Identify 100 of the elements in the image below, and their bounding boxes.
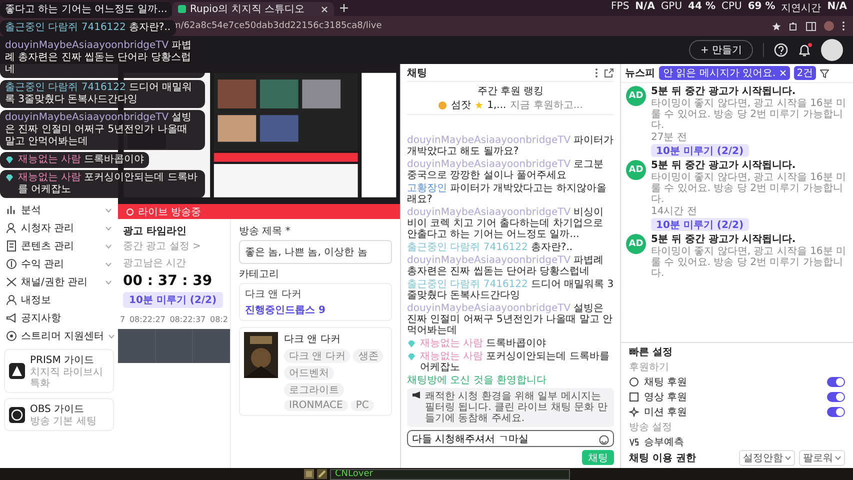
chat-message: douyinMaybeAsiaayoonbridgeTV 설빙은 진짜 인절미 어쩌구 5년전인가 나올때 말고 안먹어봐는데 xyxy=(5,112,193,148)
create-button[interactable]: + 만들기 xyxy=(689,40,753,60)
section-label: 후원하기 xyxy=(629,361,670,374)
browser-tab[interactable]: Rupio의 치지직 스튜디오 xyxy=(172,2,334,16)
sidebar-item[interactable]: 분석 xyxy=(4,202,114,218)
feed-text: 타이밍이 좋지 않다면, 광고 시작을 16분 미룰 수 있어요. 방송 당 2번 미루기 가능합니다. xyxy=(651,172,847,205)
url-text[interactable]: m/62a8c54e7ce50dab3dd22156c3185ca8/live xyxy=(172,21,764,31)
avatar-badge: AD xyxy=(626,86,646,106)
chat-message: douyinMaybeAsiaayoonbridgeTV 파볍례 총자련은 진짜 씹돋는 단어라 당황스럽네 xyxy=(407,255,605,277)
menu-item-icon xyxy=(6,258,17,270)
delay-button[interactable]: 10분 미루기 (2/2) xyxy=(123,292,223,308)
stat-value: N/A xyxy=(827,1,847,14)
setting-label: 채팅 후원 xyxy=(644,376,688,389)
count-button[interactable]: 2건 xyxy=(794,66,816,80)
stat-label: GPU xyxy=(660,1,682,14)
plus-icon[interactable] xyxy=(340,4,348,12)
sidebar-item[interactable]: 콘텐츠 관리 xyxy=(4,238,114,254)
chat-message: 재능없는 사람 포커싱이안되는데 드록바를 어케잡노 xyxy=(420,351,610,373)
sidebar-item[interactable]: 공지사항 xyxy=(4,310,114,326)
donate-prompt[interactable]: 지금 후원하고... xyxy=(510,98,583,112)
tag: 생존 xyxy=(353,349,384,363)
stat-value: 44 % xyxy=(688,1,716,14)
menu-item-icon xyxy=(6,204,17,216)
stat-value: 69 % xyxy=(748,1,776,14)
setting-label: 채팅 이용 권한 xyxy=(629,452,697,465)
panel-title: 채팅 xyxy=(407,66,428,80)
chat-message: 출근중인 다람쥐 7416122 총자란?.. xyxy=(5,22,171,34)
filter-icon[interactable] xyxy=(820,68,830,78)
sidebar-item[interactable]: 채널/권한 관리 xyxy=(4,274,114,290)
tick-label: 08:2 xyxy=(210,315,228,324)
chat-message: douyinMaybeAsiaayoonbridgeTV 로그분 중국으로 깡깡한 설이나 풀어주세요 xyxy=(407,159,605,181)
app-icon xyxy=(178,5,186,13)
profile-icon[interactable] xyxy=(824,21,834,31)
title-field[interactable]: 좋은 놈, 나쁜 놈, 이상한 놈 xyxy=(239,240,392,264)
star-icon[interactable] xyxy=(772,22,781,30)
dropdown[interactable]: 설정안함 xyxy=(739,450,795,466)
ranking-title: 주간 후원 랭킹 xyxy=(477,85,544,98)
timestamp: 14시간 전 xyxy=(651,206,697,217)
countdown-time: 00 : 37 : 39 xyxy=(122,273,214,289)
toggle-switch[interactable] xyxy=(827,377,845,387)
tick-label: 7 xyxy=(120,315,126,324)
feed-text: 타이밍이 좋지 않다면, 광고 시작을 16분 미룰 수 있어요. 방송 당 2번 미루기 가능합니다. xyxy=(651,246,847,279)
tag: PC xyxy=(350,400,374,411)
chevron-icon xyxy=(835,456,841,460)
guide-card[interactable]: PRISM 가이드 치지직 라이브시 특화 xyxy=(4,349,114,393)
more-icon[interactable] xyxy=(842,21,845,31)
drops-link[interactable]: 진행중인드롭스 9 xyxy=(245,303,386,317)
field-label: 방송 제목 * xyxy=(239,225,292,238)
tag: 어드벤처 xyxy=(284,366,334,380)
category-field[interactable]: 다크 앤 다커 진행중인드롭스 9 xyxy=(239,283,392,321)
live-status-text: 라이브 방송중 xyxy=(138,206,202,218)
feed-title: 5분 뒤 중간 광고가 시작됩니다. xyxy=(651,86,796,97)
section-title: 빠른 설정 xyxy=(629,346,674,359)
chat-input[interactable]: 다들 시청해주셔서 ㄱ마실 xyxy=(407,430,614,447)
stat-label: 지연시간 xyxy=(781,2,822,15)
star-icon xyxy=(475,101,484,109)
donor-name: 섬잣 xyxy=(451,99,472,112)
delay-button[interactable]: 10분 미루기 (2/2) xyxy=(651,144,749,157)
help-icon[interactable] xyxy=(774,43,788,57)
setting-label: 미션 후원 xyxy=(644,406,688,419)
sidebar-item[interactable]: 시청자 관리 xyxy=(4,220,114,236)
menu-item-icon xyxy=(6,240,17,252)
guide-title: PRISM 가이드 xyxy=(30,354,96,367)
bell-icon[interactable] xyxy=(798,43,811,57)
panel-title: 뉴스피 xyxy=(625,67,655,80)
chevron-icon xyxy=(785,456,791,460)
avatar[interactable] xyxy=(821,39,843,61)
avatar-badge: AD xyxy=(626,234,646,254)
menu-item-icon xyxy=(6,276,17,288)
timestamp: 27분 전 xyxy=(651,132,687,143)
chat-message: douyinMaybeAsiaayoonbridgeTV 파이터가 개박았다고 해도 될까요? xyxy=(407,135,614,157)
chat-message: 재능없는 사람 드록바콥이야 xyxy=(18,154,144,166)
game-chat-input[interactable]: CNLover xyxy=(330,468,570,480)
setting-label[interactable]: 승부예측 xyxy=(644,435,845,449)
chat-message: 출근중인 다람쥐 7416122 드디어 매밀워록 3줄맞췄다 돈복사드간다잉 xyxy=(5,82,194,106)
popout-icon[interactable] xyxy=(604,68,614,78)
field-label: 카테고리 xyxy=(239,268,280,281)
panel-title: 광고 타임라인 xyxy=(123,225,188,238)
delay-button[interactable]: 10분 미루기 (2/2) xyxy=(651,218,749,231)
guide-title: OBS 가이드 xyxy=(30,403,86,416)
menu-item-icon xyxy=(6,294,17,306)
sidebar-item[interactable]: 스트리머 지원센터 xyxy=(4,328,114,344)
sidebar-item[interactable]: 수익 관리 xyxy=(4,256,114,272)
tag: 다크 앤 다커 xyxy=(284,349,350,363)
more-icon[interactable] xyxy=(595,68,598,78)
live-ring-icon xyxy=(126,208,134,216)
toggle-switch[interactable] xyxy=(827,407,845,417)
menu-item-icon xyxy=(6,312,17,324)
chat-message: 출근중인 다람쥐 7416122 드디어 매밀워록 3줄맞췄다 돈복사드간다잉 xyxy=(407,279,614,301)
menu-item-icon xyxy=(6,222,17,234)
dropdown[interactable]: 팔로워 xyxy=(799,450,845,466)
close-icon[interactable] xyxy=(321,6,328,12)
chat-message: douyinMaybeAsiaayoonbridgeTV 비싱이 비이 코렉 치고 기어 출다하는데 차기업으로 안출다고 하는 기어는 어느정도 일까... xyxy=(407,207,605,240)
guide-card[interactable]: OBS 가이드 방송 기본 세팅 xyxy=(4,398,114,431)
emoji-icon[interactable] xyxy=(599,435,609,445)
sidebar-item[interactable]: 내정보 xyxy=(4,292,114,308)
welcome-message: 채팅방에 오신 것을 환영합니다 xyxy=(407,374,548,388)
feed-text: 타이밍이 좋지 않다면, 광고 시작을 16분 미룰 수 있어요. 방송 당 2번 미루기 가능합니다. xyxy=(651,98,847,131)
toggle-switch[interactable] xyxy=(827,392,845,402)
side-panel-icon[interactable] xyxy=(806,22,816,30)
